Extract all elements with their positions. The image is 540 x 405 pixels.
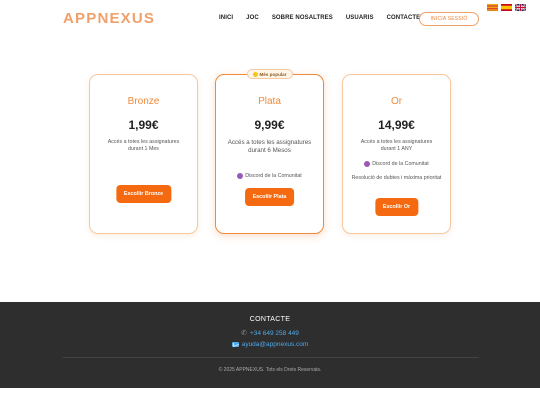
footer-divider: [63, 357, 479, 358]
main-nav: INICI JOC SOBRE NOSALTRES USUARIS CONTAC…: [219, 15, 433, 21]
site-logo[interactable]: APPNEXUS: [63, 10, 155, 27]
discord-icon: [364, 161, 371, 167]
mail-icon: [231, 342, 239, 347]
plan-name: Plata: [258, 96, 281, 107]
nav-contacte[interactable]: CONTACTE: [387, 15, 421, 21]
nav-joc[interactable]: JOC: [246, 15, 259, 21]
plan-description: Accés a totes les assignatures durant 1 …: [360, 139, 433, 152]
spanish-flag-icon[interactable]: [501, 4, 512, 11]
footer-email: ayuda@appnexus.com: [0, 341, 540, 348]
popular-badge: Més popular: [246, 69, 293, 79]
discord-icon: [237, 173, 244, 179]
uk-flag-icon[interactable]: [515, 4, 526, 11]
plan-extra-feature: Resolució de dubtes i màxima prioritat: [351, 175, 442, 181]
plan-name: Bronze: [127, 96, 160, 107]
language-switcher: [487, 4, 526, 11]
site-footer: CONTACTE ✆ +34 649 258 449 ayuda@appnexu…: [0, 302, 540, 388]
plan-feature-label: Discord de la Comunitat: [372, 161, 429, 167]
plan-price: 14,99€: [378, 118, 415, 132]
plan-card-or: Or 14,99€ Accés a totes les assignatures…: [342, 74, 451, 234]
email-link[interactable]: ayuda@appnexus.com: [242, 341, 309, 348]
plan-card-bronze: Bronze 1,99€ Accés a totes les assignatu…: [89, 74, 198, 234]
plan-price: 9,99€: [254, 118, 285, 132]
plan-description: Accés a totes les assignatures durant 6 …: [227, 139, 312, 154]
plan-description: Accés a totes les assignatures durant 1 …: [107, 139, 180, 152]
choose-bronze-button[interactable]: Escollir Bronze: [115, 185, 172, 203]
nav-usuaris[interactable]: USUARIS: [346, 15, 374, 21]
plan-feature: Discord de la Comunitat: [343, 161, 450, 167]
plan-feature: Discord de la Comunitat: [216, 173, 323, 179]
login-button[interactable]: INICIA SESSIÓ: [419, 12, 479, 26]
nav-sobre-nosaltres[interactable]: SOBRE NOSALTRES: [272, 15, 333, 21]
plan-name: Or: [390, 96, 403, 107]
phone-link[interactable]: +34 649 258 449: [250, 330, 299, 337]
footer-title: CONTACTE: [249, 316, 291, 323]
footer-phone: ✆ +34 649 258 449: [0, 329, 540, 338]
choose-or-button[interactable]: Escollir Or: [374, 198, 419, 216]
catalan-flag-icon[interactable]: [487, 4, 498, 11]
phone-icon: ✆: [241, 330, 247, 337]
popular-badge-label: Més popular: [259, 71, 287, 77]
plan-feature-label: Discord de la Comunitat: [245, 173, 302, 179]
site-header: APPNEXUS INICI JOC SOBRE NOSALTRES USUAR…: [0, 0, 540, 38]
copyright: © 2025 APPNEXUS. Tots els Drets Reservat…: [218, 367, 322, 373]
plan-card-plata: Més popular Plata 9,99€ Accés a totes le…: [215, 69, 324, 234]
nav-inici[interactable]: INICI: [219, 15, 233, 21]
plan-price: 1,99€: [128, 118, 159, 132]
choose-plata-button[interactable]: Escollir Plata: [244, 188, 295, 206]
star-icon: [252, 71, 258, 77]
